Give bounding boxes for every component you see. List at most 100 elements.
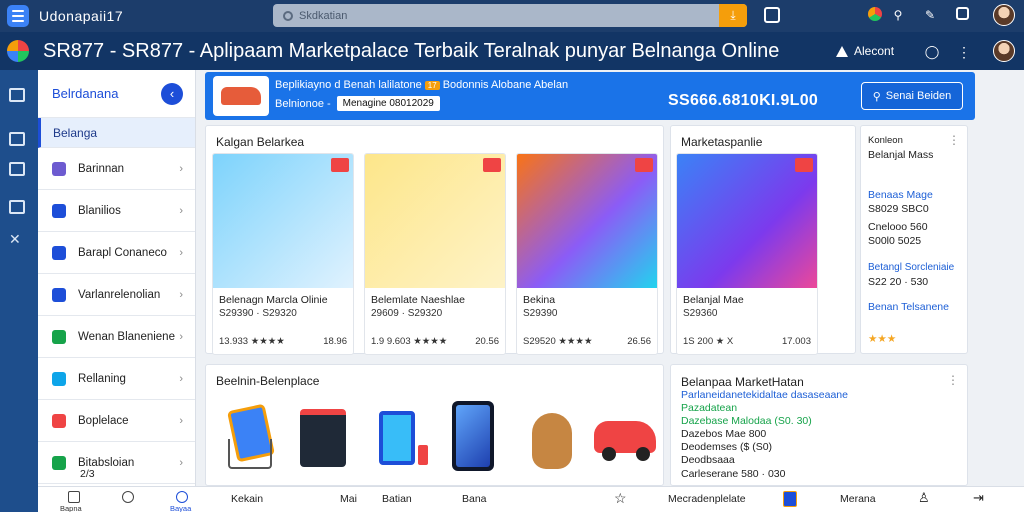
- teddy-bear-icon: [532, 413, 572, 469]
- product-card[interactable]: Belemlate Naeshlae 29609 · S29320 1.9 9.60…: [364, 153, 506, 355]
- promo-date-pill: Menagine 08012029: [336, 96, 440, 111]
- promo-cta-button[interactable]: ⚲ Senai Beiden: [861, 82, 963, 110]
- star-icon[interactable]: ☆: [614, 490, 627, 507]
- avatar[interactable]: [993, 4, 1015, 26]
- settings-icon[interactable]: [9, 162, 25, 176]
- nav-item[interactable]: Batian: [382, 493, 412, 505]
- list-icon[interactable]: [9, 200, 25, 214]
- top-bar: Udonapaii17 ⤓ ⚲ ✎: [0, 0, 1024, 32]
- section-bottom-products: Beelnin-Belenplace: [205, 364, 664, 486]
- details-line: Dazebase Malodaa (S0. 30): [681, 415, 812, 427]
- alert-button[interactable]: Alecont: [836, 44, 894, 58]
- product-card[interactable]: Bekina S29390 S29520 ★★★★ 26.56: [516, 153, 658, 355]
- product-card[interactable]: Belenagn Marcla Olinie S29390 · S29320 13.…: [212, 153, 354, 355]
- nav-pay-label[interactable]: Bayaa: [170, 504, 191, 512]
- home-icon[interactable]: [9, 88, 25, 102]
- sidebar-item[interactable]: Wenan Blaneniene ›: [38, 316, 195, 358]
- details-line: Carleserane 580 · 030: [681, 468, 786, 480]
- category-icon: [52, 161, 66, 176]
- search-button[interactable]: ⤓: [719, 4, 747, 27]
- bottom-nav: Bapna Bayaa Kekain Mai Batian Bana ☆ Mec…: [38, 486, 1024, 512]
- more-icon[interactable]: ⋮: [956, 44, 972, 60]
- sidebar-item-active[interactable]: Belanga: [38, 118, 195, 148]
- side-list-link[interactable]: Benan Telsanene: [868, 301, 949, 313]
- chevron-right-icon: ›: [179, 288, 183, 301]
- product-image: [365, 154, 505, 288]
- sidebar-item-label: Varlanrelenolian: [78, 288, 161, 301]
- section-title: Kalgan Belarkea: [216, 135, 305, 149]
- promo-thumbnail: [213, 76, 269, 116]
- product-card[interactable]: Belanjal Mae S29360 1S 200 ★ X 17.003: [676, 153, 818, 355]
- alert-label: Alecont: [854, 44, 895, 58]
- details-line: Pazadatean: [681, 402, 738, 414]
- menu-icon[interactable]: [7, 5, 29, 27]
- profile-avatar[interactable]: [993, 40, 1015, 62]
- product-name: Belanjal Mae: [683, 294, 744, 306]
- app-icon[interactable]: [783, 491, 797, 507]
- product-price: 29609 · S29320: [371, 308, 443, 319]
- sidebar-item-label: Wenan Blaneniene: [78, 330, 175, 343]
- category-icon: [52, 329, 66, 344]
- search-bar[interactable]: ⤓: [273, 4, 747, 27]
- tools-icon[interactable]: ✕: [9, 232, 25, 246]
- search-icon: [283, 10, 293, 21]
- nav-item[interactable]: Mecradenplelate: [668, 493, 746, 505]
- brand-logo-icon: [7, 40, 29, 62]
- search-input[interactable]: [299, 9, 679, 22]
- nav-item[interactable]: Mai: [340, 493, 357, 505]
- promo-price: SS666.6810KI.9L00: [668, 92, 819, 109]
- clock-icon[interactable]: [122, 491, 134, 503]
- magnify-icon[interactable]: ⚲: [890, 7, 906, 23]
- edit-icon[interactable]: ✎: [922, 7, 938, 23]
- side-list-value: S22 20 · 530: [868, 276, 929, 288]
- sidebar-item[interactable]: Barinnan ›: [38, 148, 195, 190]
- nav-item[interactable]: Kekain: [231, 493, 263, 505]
- nav-item[interactable]: Merana: [840, 493, 876, 505]
- product-image: [677, 154, 817, 288]
- chat-icon[interactable]: ◯: [924, 44, 940, 60]
- book-icon[interactable]: [68, 491, 80, 503]
- product-count: 18.96: [323, 336, 347, 347]
- promo-line-2: Belnionoe - Menagine 08012029: [275, 96, 440, 111]
- bag-icon: [300, 409, 346, 467]
- sidebar-item[interactable]: Varlanrelenolian ›: [38, 274, 195, 316]
- discount-tag-icon: [483, 158, 501, 172]
- product-name: Bekina: [523, 294, 556, 306]
- side-list-value: Cnelooo 560: [868, 221, 928, 233]
- pay-icon[interactable]: [176, 491, 188, 503]
- nav-item[interactable]: Bana: [462, 493, 487, 505]
- section2-title: Beelnin-Belenplace: [216, 374, 320, 388]
- sidebar-list: Barinnan › Blanilios › Barapl Conaneco › Varla…: [38, 148, 195, 484]
- back-button[interactable]: ‹: [161, 82, 183, 105]
- user-icon[interactable]: ♙: [918, 490, 930, 506]
- sidebar-item-label: Blanilios: [78, 204, 121, 217]
- category-icon: [52, 455, 66, 470]
- product-price: S29390 · S29320: [219, 308, 297, 319]
- product-rating: 13.933 ★★★★: [219, 336, 285, 347]
- side-list-link[interactable]: Betangl Sorcleniaie: [868, 262, 954, 273]
- category-icon: [52, 413, 66, 428]
- more-icon[interactable]: ⋮: [947, 373, 959, 387]
- exit-icon[interactable]: ⇥: [973, 490, 984, 506]
- sidebar-item[interactable]: Blanilios ›: [38, 190, 195, 232]
- product-count: 17.003: [781, 336, 811, 347]
- chrome-icon[interactable]: [868, 7, 882, 21]
- product-price: S29360: [683, 308, 718, 319]
- sidebar-item[interactable]: Barapl Conaneco ›: [38, 232, 195, 274]
- sidebar-item[interactable]: Boplelace ›: [38, 400, 195, 442]
- store-icon[interactable]: [9, 132, 25, 146]
- product-rating: S29520 ★★★★: [523, 336, 593, 347]
- icon-rail: ✕: [0, 70, 38, 512]
- category-icon: [52, 203, 66, 218]
- car-icon: [221, 87, 261, 105]
- nav-home-label[interactable]: Bapna: [60, 504, 82, 512]
- promo-text-a: Beplikiayno d Benah lalilatone: [275, 79, 422, 91]
- sidebar-item-label: Barinnan: [78, 162, 125, 175]
- side-list-link[interactable]: Benaas Mage: [868, 189, 933, 201]
- chevron-right-icon: ›: [179, 204, 183, 217]
- sidebar-item[interactable]: Rellaning ›: [38, 358, 195, 400]
- window-icon[interactable]: [956, 7, 969, 20]
- download-icon[interactable]: [764, 7, 780, 23]
- sidebar-item[interactable]: Bitabsloian ›: [38, 442, 195, 484]
- more-icon[interactable]: ⋮: [948, 133, 960, 147]
